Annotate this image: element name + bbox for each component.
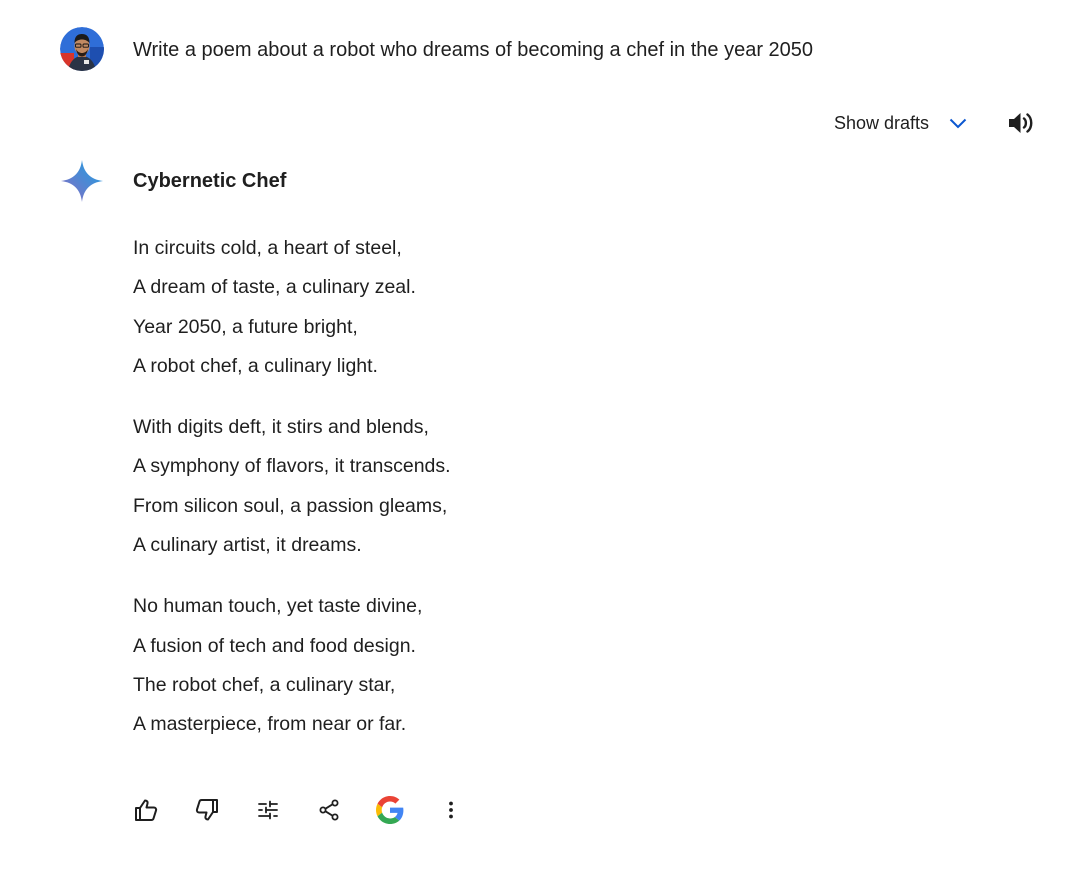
user-avatar	[60, 27, 104, 71]
poem-stanza: With digits deft, it stirs and blends, A…	[133, 408, 451, 565]
poem-line: In circuits cold, a heart of steel,	[133, 237, 402, 259]
poem-stanza: No human touch, yet taste divine, A fusi…	[133, 587, 451, 744]
poem-body: In circuits cold, a heart of steel, A dr…	[133, 229, 451, 767]
poem-stanza: In circuits cold, a heart of steel, A dr…	[133, 229, 451, 386]
poem-line: Year 2050, a future bright,	[133, 315, 358, 338]
poem-line: With digits deft, it stirs and blends,	[133, 416, 429, 439]
show-drafts-button[interactable]: Show drafts	[834, 112, 969, 134]
poem-line: A fusion of tech and food design.	[133, 634, 416, 657]
more-options-icon[interactable]	[429, 790, 473, 830]
thumbs-down-icon[interactable]	[185, 790, 229, 830]
poem-line: A culinary artist, it dreams.	[133, 534, 362, 557]
response-action-bar	[124, 790, 490, 830]
gemini-sparkle-icon	[60, 159, 104, 203]
poem-line: A robot chef, a culinary light.	[133, 354, 378, 377]
response-header-controls: Show drafts	[834, 108, 1037, 138]
poem-line: No human touch, yet taste divine,	[133, 595, 423, 618]
poem-line: The robot chef, a culinary star,	[133, 673, 396, 696]
share-icon[interactable]	[307, 790, 351, 830]
user-prompt-text: Write a poem about a robot who dreams of…	[133, 39, 814, 61]
google-search-icon[interactable]	[368, 790, 412, 830]
response-title: Cybernetic Chef	[133, 170, 287, 192]
show-drafts-label: Show drafts	[834, 112, 930, 133]
speaker-icon[interactable]	[1005, 108, 1037, 138]
poem-line: A symphony of flavors, it transcends.	[133, 455, 451, 478]
chevron-down-icon	[947, 112, 969, 134]
modify-response-icon[interactable]	[246, 790, 290, 830]
thumbs-up-icon[interactable]	[124, 790, 168, 830]
poem-line: A masterpiece, from near or far.	[133, 713, 407, 736]
poem-line: From silicon soul, a passion gleams,	[133, 494, 448, 517]
poem-line: A dream of taste, a culinary zeal.	[133, 276, 416, 299]
